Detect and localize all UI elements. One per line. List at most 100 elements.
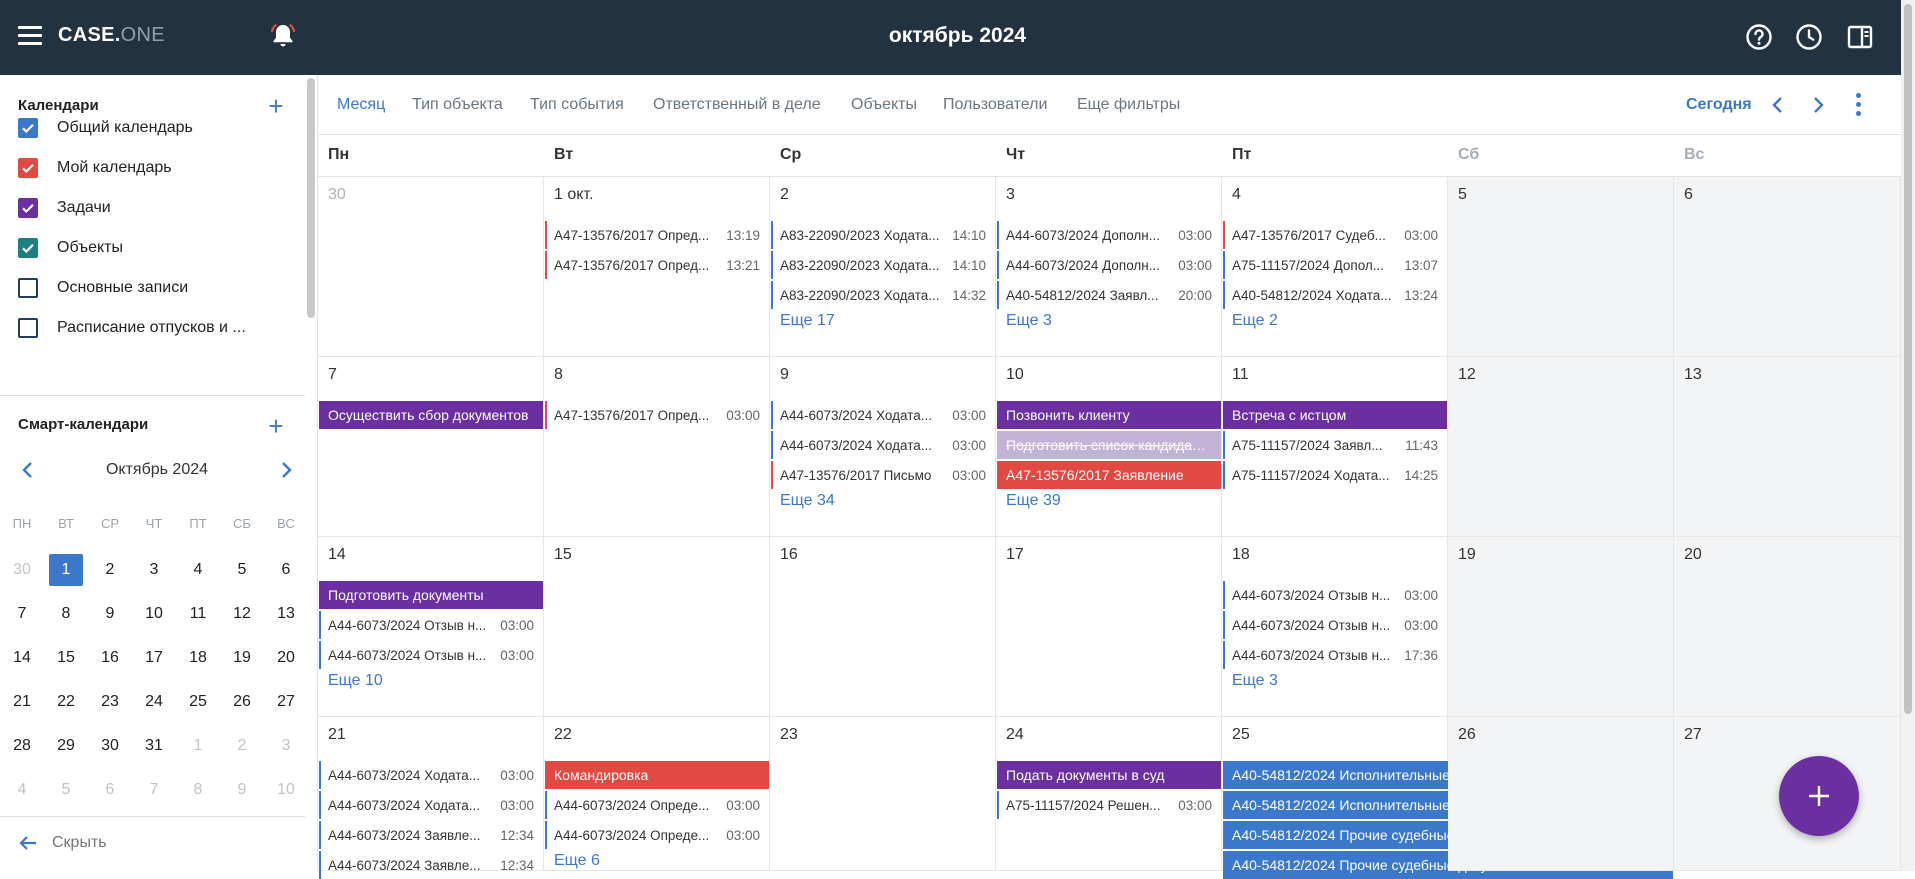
page-scrollbar-thumb[interactable] [1904,4,1912,714]
mini-day[interactable]: 20 [269,642,303,674]
mini-day[interactable]: 30 [93,730,127,762]
clock-icon[interactable] [1794,22,1824,52]
mini-day[interactable]: 31 [137,730,171,762]
event-item[interactable]: А75-11157/2024 Заявл... 11:43 [1223,431,1447,459]
event-item[interactable]: А47-13576/2017 Судеб... 03:00 [1223,221,1447,249]
event-item[interactable]: А44-6073/2024 Ходата... 03:00 [771,401,995,429]
day-cell[interactable]: 30 [318,177,544,357]
event-item[interactable]: А44-6073/2024 Ходата... 03:00 [319,761,543,789]
mini-day[interactable]: 16 [93,642,127,674]
mini-day[interactable]: 5 [49,774,83,806]
mini-day[interactable]: 6 [269,554,303,586]
mini-day[interactable]: 13 [269,598,303,630]
mini-day[interactable]: 23 [93,686,127,718]
event-item[interactable]: А44-6073/2024 Отзыв н... 03:00 [319,611,543,639]
mini-day[interactable]: 28 [5,730,39,762]
event-bar[interactable]: Позвонить клиенту [997,401,1221,429]
day-cell[interactable]: 26 [1448,717,1674,871]
mini-day[interactable]: 2 [225,730,259,762]
mini-day[interactable]: 12 [225,598,259,630]
mini-day[interactable]: 9 [225,774,259,806]
calendar-item[interactable]: Мой календарь [18,155,172,181]
event-item[interactable]: А44-6073/2024 Отзыв н... 03:00 [1223,581,1447,609]
checkbox-checked-icon[interactable] [18,158,38,178]
mini-day[interactable]: 19 [225,642,259,674]
mini-day[interactable]: 30 [5,554,39,586]
filter-item[interactable]: Пользователи [943,96,1047,114]
mini-day[interactable]: 1 [49,554,83,586]
prev-month-icon[interactable] [1770,95,1786,115]
event-item[interactable]: А44-6073/2024 Ходата... 03:00 [771,431,995,459]
more-events-link[interactable]: Еще 3 [1006,312,1052,330]
mini-next-month-icon[interactable] [278,460,294,480]
event-bar[interactable]: Подготовить документы [319,581,543,609]
event-item[interactable]: А47-13576/2017 Опред... 13:21 [545,251,769,279]
event-item[interactable]: А44-6073/2024 Опреде... 03:00 [545,791,769,819]
mini-day[interactable]: 2 [93,554,127,586]
checkbox-unchecked-icon[interactable] [18,278,38,298]
mini-day[interactable]: 27 [269,686,303,718]
mini-day[interactable]: 5 [225,554,259,586]
filter-item[interactable]: Еще фильтры [1077,96,1180,114]
day-cell[interactable]: 12 [1448,357,1674,537]
event-bar[interactable]: А47-13576/2017 Заявление [997,461,1221,489]
mini-day[interactable]: 9 [93,598,127,630]
more-options-icon[interactable] [1854,93,1862,117]
checkbox-checked-icon[interactable] [18,238,38,258]
more-events-link[interactable]: Еще 34 [780,492,835,510]
event-bar[interactable]: Осуществить сбор документов [319,401,543,429]
today-button[interactable]: Сегодня [1686,96,1752,114]
mini-day[interactable]: 4 [5,774,39,806]
event-item[interactable]: А83-22090/2023 Ходата... 14:32 [771,281,995,309]
more-events-link[interactable]: Еще 6 [554,852,600,870]
event-item[interactable]: А47-13576/2017 Опред... 13:19 [545,221,769,249]
event-item[interactable]: А44-6073/2024 Ходата... 03:00 [319,791,543,819]
hide-sidebar-button[interactable]: Скрыть [18,834,107,852]
mini-day[interactable]: 8 [181,774,215,806]
mini-day[interactable]: 3 [137,554,171,586]
mini-day[interactable]: 6 [93,774,127,806]
checkbox-checked-icon[interactable] [18,118,38,138]
event-item[interactable]: А44-6073/2024 Дополн... 03:00 [997,251,1221,279]
event-item[interactable]: А75-11157/2024 Решен... 03:00 [997,791,1221,819]
filter-item[interactable]: Объекты [851,96,917,114]
mini-day[interactable]: 25 [181,686,215,718]
calendar-item[interactable]: Расписание отпусков и ... [18,315,246,341]
event-item[interactable]: А40-54812/2024 Ходата... 13:24 [1223,281,1447,309]
calendar-item[interactable]: Общий календарь [18,115,193,141]
day-cell[interactable]: 7 [318,357,544,537]
event-item[interactable]: А44-6073/2024 Дополн... 03:00 [997,221,1221,249]
day-cell[interactable]: 8 [544,357,770,537]
more-events-link[interactable]: Еще 3 [1232,672,1278,690]
day-cell[interactable]: 15 [544,537,770,717]
mini-day[interactable]: 14 [5,642,39,674]
filter-item[interactable]: Тип события [530,96,624,114]
day-cell[interactable]: 13 [1674,357,1901,537]
day-cell[interactable]: 20 [1674,537,1901,717]
more-events-link[interactable]: Еще 39 [1006,492,1061,510]
calendar-item[interactable]: Основные записи [18,275,188,301]
add-event-button[interactable] [1779,756,1859,836]
event-bar[interactable]: Командировка [545,761,769,789]
next-month-icon[interactable] [1810,95,1826,115]
page-scrollbar[interactable] [1901,0,1915,871]
event-bar[interactable]: Подготовить список кандидатов [997,431,1221,459]
event-item[interactable]: А75-11157/2024 Ходата... 14:25 [1223,461,1447,489]
mini-day[interactable]: 15 [49,642,83,674]
mini-day[interactable]: 18 [181,642,215,674]
mini-day[interactable]: 4 [181,554,215,586]
mini-day[interactable]: 10 [269,774,303,806]
mini-day[interactable]: 29 [49,730,83,762]
day-cell[interactable]: 23 [770,717,996,871]
day-cell[interactable]: 17 [996,537,1222,717]
day-cell[interactable]: 19 [1448,537,1674,717]
more-events-link[interactable]: Еще 10 [328,672,383,690]
event-item[interactable]: А44-6073/2024 Отзыв н... 03:00 [319,641,543,669]
checkbox-checked-icon[interactable] [18,198,38,218]
mini-day[interactable]: 26 [225,686,259,718]
event-item[interactable]: А83-22090/2023 Ходата... 14:10 [771,251,995,279]
more-events-link[interactable]: Еще 17 [780,312,835,330]
add-smart-calendar-button[interactable]: + [266,413,286,439]
event-item[interactable]: А44-6073/2024 Опреде... 03:00 [545,821,769,849]
event-item[interactable]: А47-13576/2017 Письмо 03:00 [771,461,995,489]
